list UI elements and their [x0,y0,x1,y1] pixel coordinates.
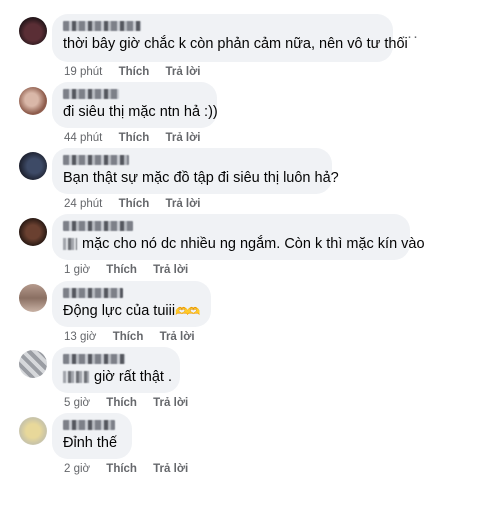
comment-bubble: đi siêu thị mặc ntn hả :)) [52,82,218,128]
like-button[interactable]: Thích [106,397,137,409]
comment-actions: 5 giờ Thích Trả lời [64,397,201,409]
reply-button[interactable]: Trả lời [165,198,200,210]
reply-button[interactable]: Trả lời [153,397,188,409]
author-name-blurred[interactable] [63,354,125,364]
blurred-mention [63,238,77,251]
author-name-blurred[interactable] [63,288,123,298]
timestamp[interactable]: 24 phút [64,198,102,210]
reply-button[interactable]: Trả lời [165,132,200,144]
avatar[interactable] [19,284,47,312]
blurred-mention [63,371,89,384]
comment-text: giờ rất thật . [94,369,173,385]
comment-text: Đỉnh thế [63,435,118,451]
comment-actions: 44 phút Thích Trả lời [64,132,213,144]
like-button[interactable]: Thích [106,264,137,276]
ellipsis-icon[interactable]: ··· [401,28,419,45]
comment-actions: 13 giờ Thích Trả lời [64,331,208,343]
like-button[interactable]: Thích [119,198,150,210]
comment-text: đi siêu thị mặc ntn hả :)) [63,104,218,120]
like-button[interactable]: Thích [119,66,150,78]
timestamp[interactable]: 1 giờ [64,264,90,276]
comment-actions: 24 phút Thích Trả lời [64,198,213,210]
comment-bubble: Động lực của tuiii🫶🫶 [52,281,211,327]
reply-button[interactable]: Trả lời [153,264,188,276]
avatar[interactable] [19,350,47,378]
author-name-blurred[interactable] [63,221,133,231]
author-name-blurred[interactable] [63,89,119,99]
reply-button[interactable]: Trả lời [165,66,200,78]
avatar[interactable] [19,218,47,246]
comment-bubble: mặc cho nó dc nhiều ng ngắm. Còn k thì m… [52,214,425,260]
comment-bubble: giờ rất thật . [52,347,180,393]
comment-text: Bạn thật sự mặc đồ tập đi siêu thị luôn … [63,170,339,186]
author-name-blurred[interactable] [63,155,129,165]
timestamp[interactable]: 19 phút [64,66,102,78]
avatar[interactable] [19,152,47,180]
like-button[interactable]: Thích [106,463,137,475]
timestamp[interactable]: 2 giờ [64,463,90,475]
comment-bubble: Đỉnh thế [52,413,132,459]
comment-actions: 2 giờ Thích Trả lời [64,463,201,475]
author-name-blurred[interactable] [63,21,141,31]
comment-bubble: Bạn thật sự mặc đồ tập đi siêu thị luôn … [52,148,339,194]
author-name-blurred[interactable] [63,420,115,430]
reply-button[interactable]: Trả lời [153,463,188,475]
comment-actions: 19 phút Thích Trả lời [64,66,213,78]
comment-actions: 1 giờ Thích Trả lời [64,264,201,276]
avatar[interactable] [19,17,47,45]
hand-heart-emoji: 🫶🫶 [175,306,200,318]
comment-text-line: Động lực của tuiii🫶🫶 [63,302,201,321]
comment-text-line: giờ rất thật . [63,368,173,386]
comment-text: Động lực của tuiii [63,303,176,319]
comment-bubble: thời bây giờ chắc k còn phản cảm nữa, nê… [52,14,408,62]
comment-text: mặc cho nó dc nhiều ng ngắm. Còn k thì m… [82,236,425,252]
avatar[interactable] [19,417,47,445]
avatar[interactable] [19,87,47,115]
comment-text-line: mặc cho nó dc nhiều ng ngắm. Còn k thì m… [63,235,425,253]
comment-text: thời bây giờ chắc k còn phản cảm nữa, nê… [63,36,408,52]
like-button[interactable]: Thích [119,132,150,144]
timestamp[interactable]: 5 giờ [64,397,90,409]
timestamp[interactable]: 13 giờ [64,331,96,343]
timestamp[interactable]: 44 phút [64,132,102,144]
reply-button[interactable]: Trả lời [160,331,195,343]
like-button[interactable]: Thích [113,331,144,343]
